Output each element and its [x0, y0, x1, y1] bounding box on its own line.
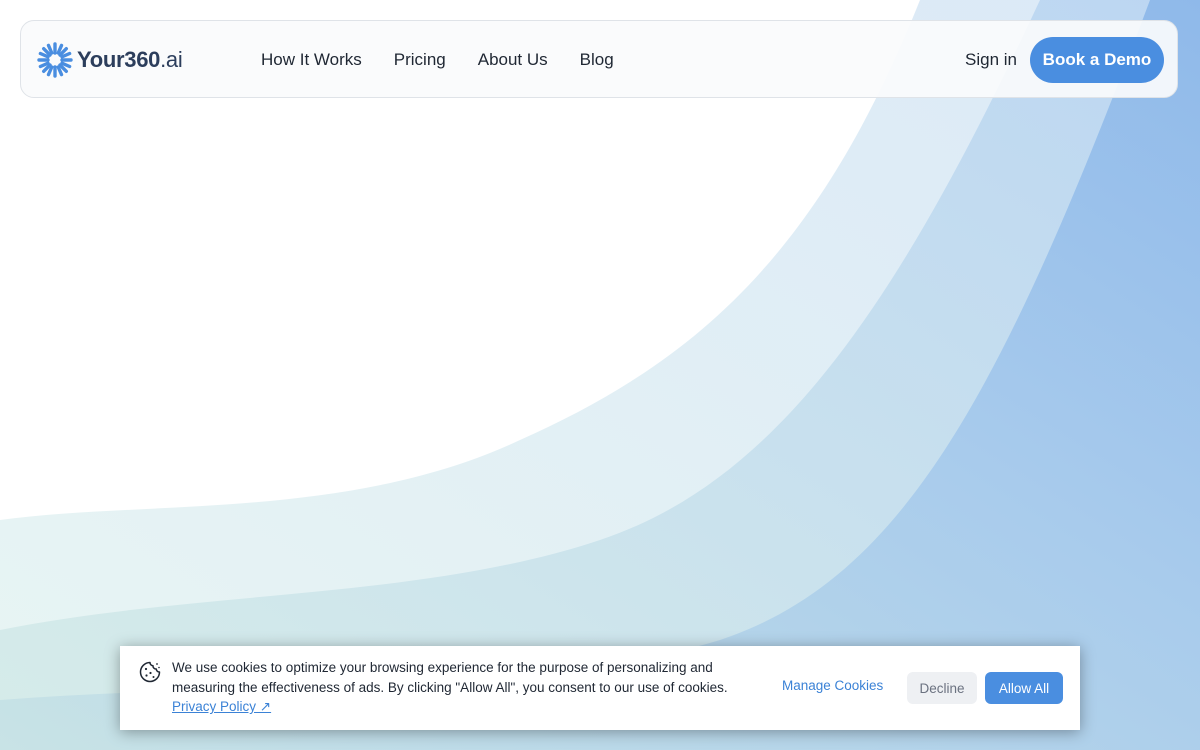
- starburst-logo-icon: [37, 42, 73, 78]
- background-wave-graphic: [0, 0, 1200, 750]
- page: Your360.ai How It Works Pricing About Us…: [0, 0, 1200, 750]
- allow-all-cookies-button[interactable]: Allow All: [985, 672, 1063, 704]
- nav-link-about-us[interactable]: About Us: [478, 50, 548, 70]
- book-demo-button[interactable]: Book a Demo: [1030, 37, 1164, 83]
- decline-cookies-button[interactable]: Decline: [907, 672, 977, 704]
- brand-logo[interactable]: Your360.ai: [37, 41, 183, 79]
- cookie-message-text: We use cookies to optimize your browsing…: [172, 660, 728, 695]
- main-nav: How It Works Pricing About Us Blog: [261, 21, 646, 99]
- nav-link-how-it-works[interactable]: How It Works: [261, 50, 362, 70]
- cookie-consent-banner: We use cookies to optimize your browsing…: [120, 646, 1080, 730]
- nav-link-pricing[interactable]: Pricing: [394, 50, 446, 70]
- nav-link-blog[interactable]: Blog: [580, 50, 614, 70]
- brand-name-main: Your360: [77, 47, 161, 72]
- top-navigation-bar: Your360.ai How It Works Pricing About Us…: [20, 20, 1178, 98]
- cookie-icon: [139, 661, 161, 683]
- brand-name: Your360.ai: [77, 47, 183, 73]
- cookie-message: We use cookies to optimize your browsing…: [172, 658, 752, 717]
- sign-in-link[interactable]: Sign in: [965, 21, 1017, 99]
- manage-cookies-link[interactable]: Manage Cookies: [782, 678, 883, 693]
- privacy-policy-link[interactable]: Privacy Policy ↗: [172, 699, 271, 714]
- brand-name-suffix: .ai: [160, 47, 183, 72]
